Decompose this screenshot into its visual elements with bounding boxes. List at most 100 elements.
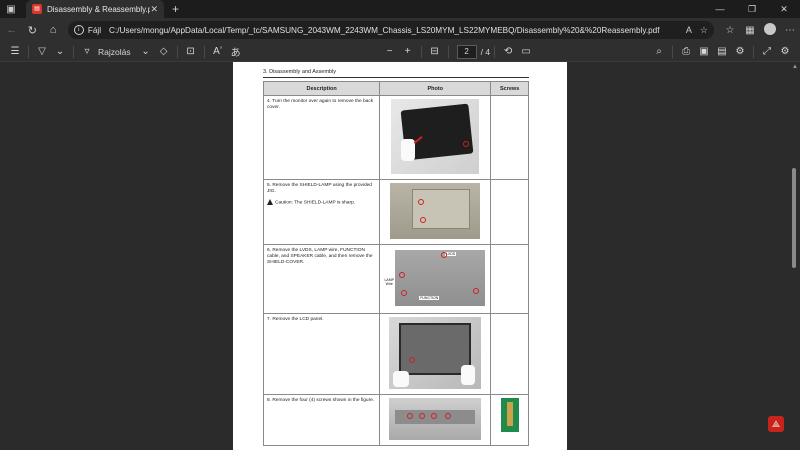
shield-lamp-image <box>412 189 471 229</box>
new-tab-button[interactable]: + <box>172 2 179 16</box>
toolbar-divider <box>420 45 422 58</box>
window-controls: — ❐ ✕ <box>704 4 800 15</box>
glove-image <box>461 365 476 385</box>
print-icon[interactable]: ⎙ <box>677 46 695 57</box>
restore-button[interactable]: ❐ <box>736 4 768 15</box>
back-arrow-icon[interactable]: ← <box>3 21 21 39</box>
zoom-in-button[interactable]: + <box>399 46 417 57</box>
step-photo <box>389 398 482 440</box>
page-total: / 4 <box>480 46 491 57</box>
toolbar-divider <box>73 45 74 58</box>
collections-icon[interactable]: ▦ <box>740 25 760 36</box>
close-tab-icon[interactable]: ✕ <box>150 4 158 15</box>
save-icon[interactable]: ▣ <box>695 46 713 57</box>
step-photo-cell <box>379 95 492 180</box>
fullscreen-icon[interactable]: ⤢ <box>758 46 776 57</box>
text-box-icon[interactable]: ⊡ <box>182 46 200 57</box>
table-row: 8. Remove the four (4) screws shown in t… <box>262 394 529 446</box>
tab-actions-icon[interactable]: ▣ <box>4 2 18 16</box>
section-title: 3. Disassembly and Assembly <box>263 69 337 75</box>
pdf-file-icon: ▤ <box>32 4 42 14</box>
screws-cell <box>490 95 529 180</box>
read-aloud-icon[interactable]: A <box>686 25 692 35</box>
warning-icon <box>267 199 273 205</box>
favorites-icon[interactable]: ☆ <box>720 25 740 36</box>
tab-title: Disassembly & Reassembly.pdf <box>47 4 151 14</box>
pin-toolbar-icon[interactable]: ⚙ <box>776 46 794 57</box>
caution-text: Caution: The SHIELD-LAMP is sharp. <box>275 200 356 206</box>
table-row: 4. Turn the monitor over again to remove… <box>262 95 529 180</box>
tab-strip: ▣ ▤ Disassembly & Reassembly.pdf ✕ + — ❐… <box>0 0 800 18</box>
chevron-down-icon[interactable]: ⌄ <box>137 46 155 57</box>
step-description: 8. Remove the four (4) screws shown in t… <box>262 394 381 446</box>
rotate-icon[interactable]: ⟲ <box>499 46 517 57</box>
toolbar-divider <box>447 45 449 58</box>
chevron-down-icon[interactable]: ⌄ <box>51 46 69 57</box>
refresh-icon[interactable]: ↻ <box>24 21 42 39</box>
read-aloud-icon[interactable]: Aʼ <box>209 46 227 57</box>
step-description: 7. Remove the LCD panel. <box>262 313 381 395</box>
step-photo <box>391 99 480 174</box>
step-photo <box>390 183 481 239</box>
settings-gear-icon[interactable]: ⚙ <box>731 46 749 57</box>
draw-label[interactable]: Rajzolás <box>98 47 131 57</box>
toolbar-divider <box>494 45 496 58</box>
nav-right-actions: ☆ ▦ ⋯ <box>720 22 800 38</box>
column-header: Photo <box>379 81 492 96</box>
address-scheme-label: Fájl <box>87 25 102 35</box>
fit-page-icon[interactable]: ⊟ <box>426 46 444 57</box>
scroll-up-icon[interactable]: ▲ <box>792 64 798 70</box>
eraser-icon[interactable]: ◇ <box>155 46 173 57</box>
step-description: 5. Remove the SHIELD-LAMP using the prov… <box>267 183 372 194</box>
favorite-star-icon[interactable]: ☆ <box>700 25 708 36</box>
search-icon[interactable]: ⌕ <box>650 46 668 57</box>
address-bar[interactable]: i Fájl C:/Users/mongu/AppData/Local/Temp… <box>67 21 714 39</box>
step-photo-cell <box>379 179 492 245</box>
page-view-icon[interactable]: ▭ <box>517 46 535 57</box>
screw-shaft <box>506 402 513 426</box>
minimize-button[interactable]: — <box>704 4 736 15</box>
screws-cell <box>490 244 529 314</box>
step-photo: LVDS LAMP Wire FUNCTION <box>383 248 488 308</box>
highlight-icon[interactable]: ▽ <box>33 46 51 57</box>
info-icon[interactable]: i <box>73 25 84 35</box>
column-header: Screws <box>490 81 529 96</box>
step-description: 6. Remove the LVDS, LAMP wire, FUNCTION … <box>262 244 381 314</box>
step-photo-cell <box>379 394 492 446</box>
scrollbar-thumb[interactable] <box>792 168 796 268</box>
tab-active[interactable]: ▤ Disassembly & Reassembly.pdf ✕ <box>26 0 164 18</box>
pdf-page: 3. Disassembly and Assembly Description … <box>233 62 567 450</box>
more-menu-icon[interactable]: ⋯ <box>780 25 800 36</box>
step-photo-cell <box>379 313 492 395</box>
caution-note: Caution: The SHIELD-LAMP is sharp. <box>267 199 376 206</box>
zoom-out-button[interactable]: − <box>381 46 399 57</box>
profile-avatar[interactable] <box>760 22 780 38</box>
address-url[interactable]: C:/Users/mongu/AppData/Local/Temp/_tc/SA… <box>109 26 678 35</box>
translate-icon[interactable]: あ <box>227 44 245 59</box>
draw-icon[interactable]: ▿ <box>78 46 96 57</box>
toolbar-divider <box>176 45 178 58</box>
toolbar-divider <box>203 45 205 58</box>
acrobat-icon[interactable]: ⟁ <box>768 416 784 432</box>
section-divider <box>263 77 529 78</box>
table-header-row: Description Photo Screws <box>262 81 529 96</box>
navigation-bar: ← ↻ ⌂ i Fájl C:/Users/mongu/AppData/Loca… <box>0 18 800 42</box>
toolbar-divider <box>753 45 754 58</box>
shield-cover-image <box>395 250 486 306</box>
lamp-wire-callout: LAMP Wire <box>383 278 396 286</box>
steps-table: Description Photo Screws 4. Turn the mon… <box>262 81 529 446</box>
page-number-input[interactable]: 2 <box>456 44 477 59</box>
step-description-cell: 5. Remove the SHIELD-LAMP using the prov… <box>262 179 381 245</box>
save-as-icon[interactable]: ▤ <box>713 46 731 57</box>
close-window-button[interactable]: ✕ <box>768 4 800 15</box>
screws-cell <box>490 179 529 245</box>
home-icon[interactable]: ⌂ <box>44 21 62 39</box>
contents-icon[interactable]: ☰ <box>6 46 24 57</box>
step-description: 4. Turn the monitor over again to remove… <box>262 95 381 180</box>
step-photo <box>389 317 482 389</box>
pdf-toolbar: ☰ ▽ ⌄ ▿ Rajzolás ⌄ ◇ ⊡ Aʼ あ − + ⊟ 2 / 4 … <box>0 42 800 62</box>
table-row: 5. Remove the SHIELD-LAMP using the prov… <box>262 179 529 245</box>
table-row: 7. Remove the LCD panel. <box>262 313 529 395</box>
toolbar-divider <box>28 45 29 58</box>
step-photo-cell: LVDS LAMP Wire FUNCTION <box>379 244 492 314</box>
